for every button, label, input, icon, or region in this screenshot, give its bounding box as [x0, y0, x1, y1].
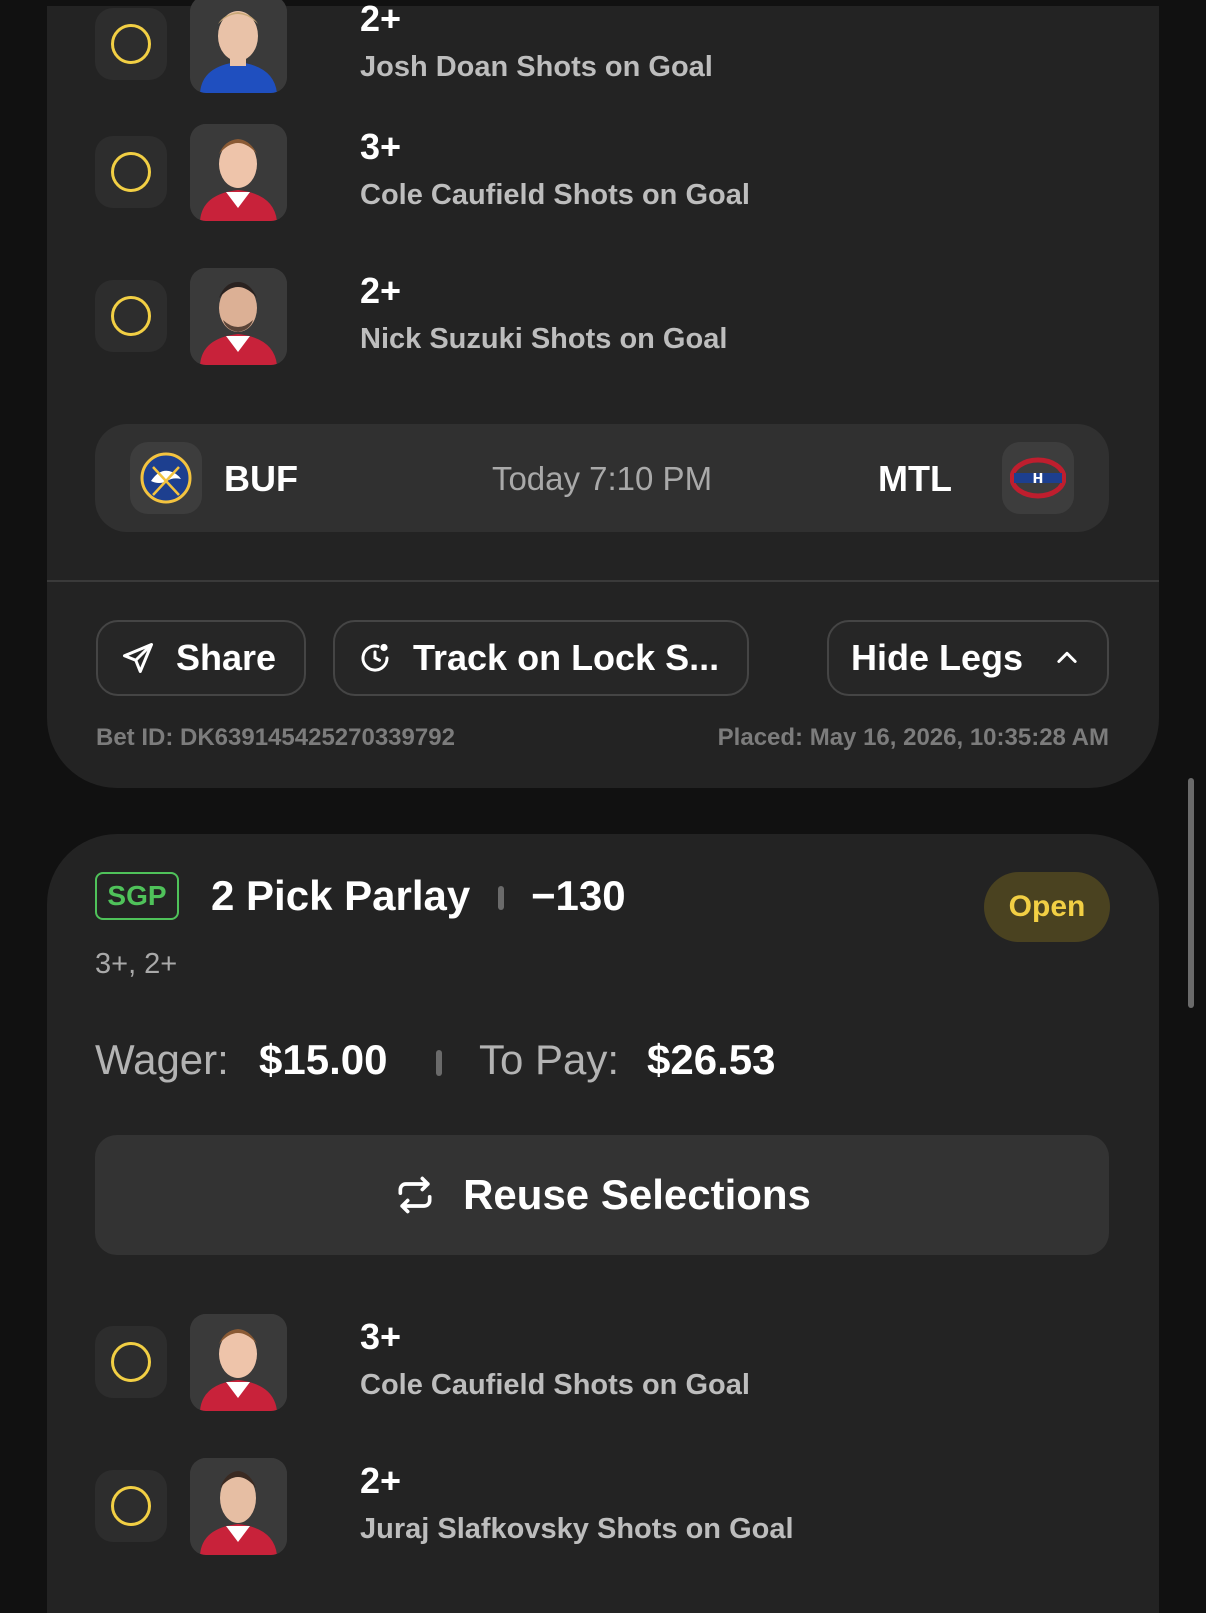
leg-row[interactable]: 3+ Cole Caufield Shots on Goal [95, 124, 1095, 224]
leg-status-pending [95, 1326, 167, 1398]
leg-line: 2+ [360, 1460, 402, 1501]
pending-ring-icon [111, 296, 151, 336]
leg-description: Josh Doan Shots on Goal [360, 51, 713, 83]
title-separator [498, 886, 504, 910]
bet-card-parlay: SGP 2 Pick Parlay −130 Open 3+, 2+ Wager… [47, 834, 1159, 1613]
svg-text:H: H [1033, 472, 1044, 487]
home-team-code: MTL [878, 458, 952, 499]
track-on-lock-screen-button[interactable]: Track on Lock S... [333, 620, 749, 696]
player-headshot [190, 0, 287, 93]
bet-history-page: 2+ Josh Doan Shots on Goal 3+ Cole Caufi… [0, 0, 1206, 1613]
repeat-icon [398, 1176, 432, 1214]
share-label: Share [176, 637, 277, 678]
leg-row[interactable]: 2+ Juraj Slafkovsky Shots on Goal [95, 1458, 1095, 1558]
leg-row[interactable]: 2+ Josh Doan Shots on Goal [95, 0, 1095, 96]
leg-description: Juraj Slafkovsky Shots on Goal [360, 1513, 794, 1545]
clock-icon [361, 643, 389, 672]
reuse-label: Reuse Selections [463, 1171, 811, 1218]
bet-card-previous: 2+ Josh Doan Shots on Goal 3+ Cole Caufi… [47, 0, 1159, 788]
game-time: Today 7:10 PM [491, 460, 713, 497]
player-headshot [190, 1458, 287, 1555]
pending-ring-icon [111, 1342, 151, 1382]
to-pay-value: $26.53 [647, 1036, 776, 1083]
parlay-title: 2 Pick Parlay [211, 872, 471, 919]
game-matchup-bar[interactable]: BUF Today 7:10 PM MTL H [95, 424, 1109, 532]
reuse-selections-button[interactable]: Reuse Selections [95, 1135, 1109, 1255]
hide-legs-button[interactable]: Hide Legs [827, 620, 1109, 696]
chevron-up-icon [1057, 651, 1077, 663]
leg-status-pending [95, 8, 167, 80]
status-badge: Open [984, 872, 1110, 942]
wager-value: $15.00 [259, 1036, 388, 1083]
wager-separator [436, 1050, 442, 1076]
card-divider [47, 580, 1159, 582]
leg-status-pending [95, 280, 167, 352]
leg-row[interactable]: 3+ Cole Caufield Shots on Goal [95, 1314, 1095, 1414]
placed-timestamp: Placed: May 16, 2026, 10:35:28 AM [717, 724, 1109, 751]
leg-description: Cole Caufield Shots on Goal [360, 179, 750, 211]
leg-line: 2+ [360, 0, 402, 39]
leg-line: 3+ [360, 1316, 402, 1357]
send-icon [123, 643, 153, 673]
player-headshot [190, 124, 287, 221]
pending-ring-icon [111, 24, 151, 64]
hide-legs-label: Hide Legs [851, 637, 1024, 678]
canadiens-logo: H [1002, 442, 1074, 514]
pending-ring-icon [111, 1486, 151, 1526]
pending-ring-icon [111, 152, 151, 192]
bet-id: Bet ID: DK639145425270339792 [96, 724, 455, 751]
leg-line: 3+ [360, 126, 402, 167]
leg-description: Nick Suzuki Shots on Goal [360, 323, 728, 355]
share-button[interactable]: Share [96, 620, 306, 696]
sgp-badge: SGP [95, 872, 179, 920]
track-label: Track on Lock S... [413, 637, 720, 678]
player-headshot [190, 268, 287, 365]
to-pay-label: To Pay: [479, 1036, 620, 1083]
leg-status-pending [95, 136, 167, 208]
leg-status-pending [95, 1470, 167, 1542]
leg-description: Cole Caufield Shots on Goal [360, 1369, 750, 1401]
leg-line: 2+ [360, 270, 402, 311]
parlay-odds: −130 [531, 872, 626, 919]
scrollbar-thumb[interactable] [1188, 778, 1194, 1008]
leg-row[interactable]: 2+ Nick Suzuki Shots on Goal [95, 268, 1095, 368]
wager-label: Wager: [95, 1036, 229, 1083]
lines-summary: 3+, 2+ [95, 948, 178, 980]
player-headshot [190, 1314, 287, 1411]
